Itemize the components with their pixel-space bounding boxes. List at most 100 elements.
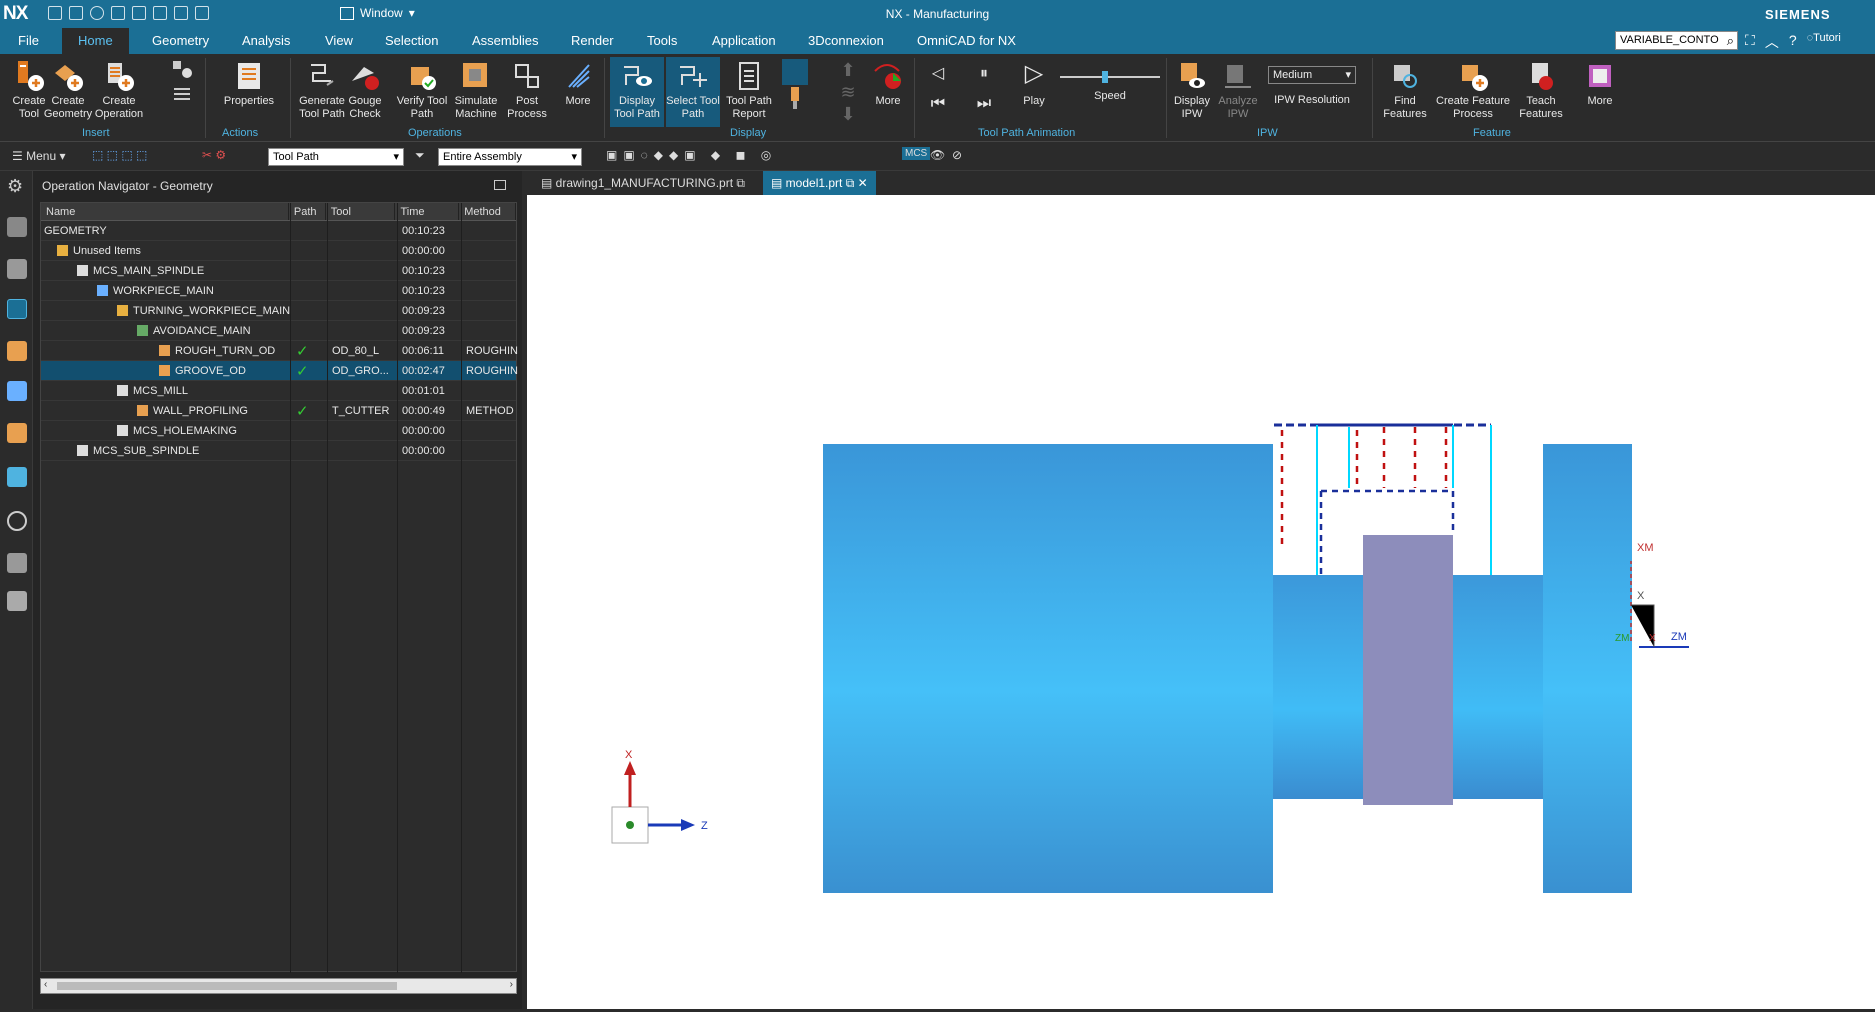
help-icon[interactable]: ? bbox=[1789, 32, 1797, 52]
tab-render[interactable]: Render bbox=[571, 33, 614, 48]
forward-icon[interactable]: ⏭ bbox=[964, 89, 1004, 119]
more-feature-button[interactable]: More bbox=[1578, 59, 1622, 108]
scope-select[interactable]: Entire Assembly bbox=[438, 148, 582, 166]
selection-filter-icons[interactable]: ⬚ ⬚ ⬚ ⬚ bbox=[92, 148, 147, 162]
system-materials-icon[interactable] bbox=[7, 553, 27, 573]
tab-file[interactable]: File bbox=[18, 33, 39, 48]
step-back-icon[interactable]: ◁ bbox=[918, 59, 958, 89]
roles-icon[interactable] bbox=[7, 591, 27, 611]
simulate-machine-button[interactable]: Simulate Machine bbox=[449, 59, 503, 121]
part-navigator-icon[interactable] bbox=[7, 217, 27, 237]
view-toolbar-icons[interactable]: ▣▣◌◆◆▣ ◆ ◼ ◎ bbox=[606, 148, 777, 162]
mcs-display-icon[interactable]: MCS bbox=[902, 147, 931, 160]
feature-navigator-icon[interactable] bbox=[7, 381, 27, 401]
operation-navigator-icon[interactable] bbox=[7, 299, 27, 319]
type-filter-select[interactable]: Tool Path bbox=[268, 148, 404, 166]
create-geometry-button[interactable]: Create Geometry bbox=[43, 59, 93, 121]
search-icon[interactable]: ⌕ bbox=[1727, 33, 1734, 49]
ipw-resolution-select[interactable]: Medium bbox=[1268, 66, 1356, 84]
verify-tool-path-button[interactable]: Verify Tool Path bbox=[393, 59, 451, 121]
table-row-geometry-root[interactable]: GEOMETRY 00:10:23 bbox=[41, 221, 516, 241]
gear-icon[interactable]: ⚙ bbox=[7, 176, 27, 196]
scroll-left-icon[interactable]: ‹ bbox=[44, 979, 47, 990]
tab-view[interactable]: View bbox=[325, 33, 353, 48]
select-tool-path-button[interactable]: Select Tool Path bbox=[666, 57, 720, 127]
column-tool[interactable]: Tool bbox=[326, 203, 396, 220]
play-button[interactable]: ▷ Play bbox=[1012, 59, 1056, 108]
rewind-icon[interactable]: ⏮ bbox=[918, 89, 958, 119]
speed-thumb[interactable] bbox=[1102, 71, 1108, 83]
ipw-stock[interactable] bbox=[1363, 535, 1453, 805]
history-icon[interactable] bbox=[7, 511, 27, 531]
save-icon[interactable] bbox=[48, 6, 62, 20]
tab-drawing1-manufacturing[interactable]: ▤ drawing1_MANUFACTURING.prt ⧉ bbox=[533, 171, 753, 195]
machine-tool-icon[interactable] bbox=[7, 341, 27, 361]
create-feature-process-button[interactable]: Create Feature Process bbox=[1434, 59, 1512, 121]
display-ipw-button[interactable]: Display IPW bbox=[1170, 59, 1214, 121]
save-all-icon[interactable] bbox=[69, 6, 83, 20]
table-row-groove-od[interactable]: GROOVE_OD ✓ OD_GRO... 00:02:47 ROUGHIN bbox=[41, 361, 518, 381]
window-menu[interactable]: Window ▾ bbox=[340, 6, 415, 20]
pause-icon[interactable]: ⏸ bbox=[964, 59, 1004, 89]
teach-features-button[interactable]: Teach Features bbox=[1514, 59, 1568, 121]
tab-omnicad[interactable]: OmniCAD for NX bbox=[917, 33, 1016, 48]
arrow-up-icon[interactable]: ⬆ bbox=[836, 59, 860, 81]
arrow-down-icon[interactable]: ⬇ bbox=[836, 103, 860, 125]
find-features-button[interactable]: Find Features bbox=[1378, 59, 1432, 121]
table-row-mcs-main-spindle[interactable]: MCS_MAIN_SPINDLE 00:10:23 bbox=[41, 261, 516, 281]
collapse-ribbon-icon[interactable]: ︿ bbox=[1765, 32, 1779, 52]
snap-icons[interactable]: ✂ ⚙ bbox=[202, 148, 226, 162]
table-row-wall-profiling[interactable]: WALL_PROFILING ✓ T_CUTTER 00:00:49 METHOD bbox=[41, 401, 516, 421]
column-time[interactable]: Time bbox=[395, 203, 460, 220]
pin-icon[interactable]: ⧉ bbox=[846, 176, 855, 190]
tab-model1[interactable]: ▤ model1.prt ⧉ ✕ bbox=[763, 171, 876, 195]
tab-geometry[interactable]: Geometry bbox=[152, 33, 209, 48]
table-row-mcs-holemaking[interactable]: MCS_HOLEMAKING 00:00:00 bbox=[41, 421, 516, 441]
tool-path-report-button[interactable]: Tool Path Report bbox=[720, 59, 778, 121]
copy-icon[interactable] bbox=[132, 6, 146, 20]
flange[interactable] bbox=[1543, 444, 1632, 893]
properties-button[interactable]: Properties bbox=[220, 59, 278, 108]
gouge-check-button[interactable]: Gouge Check bbox=[341, 59, 389, 121]
maximize-icon[interactable] bbox=[494, 180, 506, 190]
eye-icon[interactable]: 👁 bbox=[930, 148, 945, 162]
table-row-rough-turn-od[interactable]: ROUGH_TURN_OD ✓ OD_80_L 00:06:11 ROUGHIN bbox=[41, 341, 518, 361]
tab-application[interactable]: Application bbox=[712, 33, 776, 48]
tab-selection[interactable]: Selection bbox=[385, 33, 438, 48]
pin-icon[interactable]: ⧉ bbox=[736, 176, 745, 190]
table-row-turning-workpiece-main[interactable]: TURNING_WORKPIECE_MAIN 00:09:23 bbox=[41, 301, 516, 321]
menu-button[interactable]: ☰ Menu ▾ bbox=[12, 149, 65, 163]
restore-icon[interactable]: ⛶ bbox=[1745, 32, 1755, 52]
more-operations-button[interactable]: More bbox=[558, 59, 598, 108]
scroll-right-icon[interactable]: › bbox=[510, 979, 513, 990]
undo-icon[interactable] bbox=[90, 6, 104, 20]
graphics-window[interactable]: XM X ZM ZM X X Z bbox=[527, 195, 1875, 1009]
insert-gallery-button[interactable] bbox=[168, 59, 196, 107]
tab-assemblies[interactable]: Assemblies bbox=[472, 33, 538, 48]
paste-icon[interactable] bbox=[153, 6, 167, 20]
column-name[interactable]: Name bbox=[41, 203, 289, 220]
main-body[interactable] bbox=[823, 444, 1273, 893]
close-icon[interactable]: ✕ bbox=[858, 176, 868, 190]
horizontal-scrollbar[interactable]: ‹ › bbox=[40, 978, 517, 994]
more-display-button[interactable]: More bbox=[868, 59, 908, 108]
cut-icon[interactable] bbox=[111, 6, 125, 20]
analyze-ipw-button[interactable]: Analyze IPW bbox=[1216, 59, 1260, 121]
tab-3dconnexion[interactable]: 3Dconnexion bbox=[808, 33, 884, 48]
post-process-button[interactable]: Post Process bbox=[503, 59, 551, 121]
reuse-library-icon[interactable] bbox=[7, 423, 27, 443]
tab-tools[interactable]: Tools bbox=[647, 33, 677, 48]
table-row-unused-items[interactable]: Unused Items 00:00:00 bbox=[41, 241, 516, 261]
table-row-mcs-mill[interactable]: MCS_MILL 00:01:01 bbox=[41, 381, 516, 401]
column-path[interactable]: Path bbox=[289, 203, 326, 220]
tab-home[interactable]: Home bbox=[62, 28, 129, 54]
touch-mode-icon[interactable] bbox=[195, 6, 209, 20]
command-search-input[interactable]: VARIABLE_CONTO ⌕ bbox=[1615, 31, 1738, 50]
table-row-avoidance-main[interactable]: AVOIDANCE_MAIN 00:09:23 bbox=[41, 321, 516, 341]
create-operation-button[interactable]: Create Operation bbox=[92, 59, 146, 121]
tutorial-icon[interactable]: ◌Tutori bbox=[1807, 32, 1841, 52]
speed-slider[interactable]: Speed bbox=[1060, 71, 1160, 103]
tab-analysis[interactable]: Analysis bbox=[242, 33, 290, 48]
table-row-mcs-sub-spindle[interactable]: MCS_SUB_SPINDLE 00:00:00 bbox=[41, 441, 516, 461]
layers-icon[interactable]: ≋ bbox=[836, 81, 860, 103]
